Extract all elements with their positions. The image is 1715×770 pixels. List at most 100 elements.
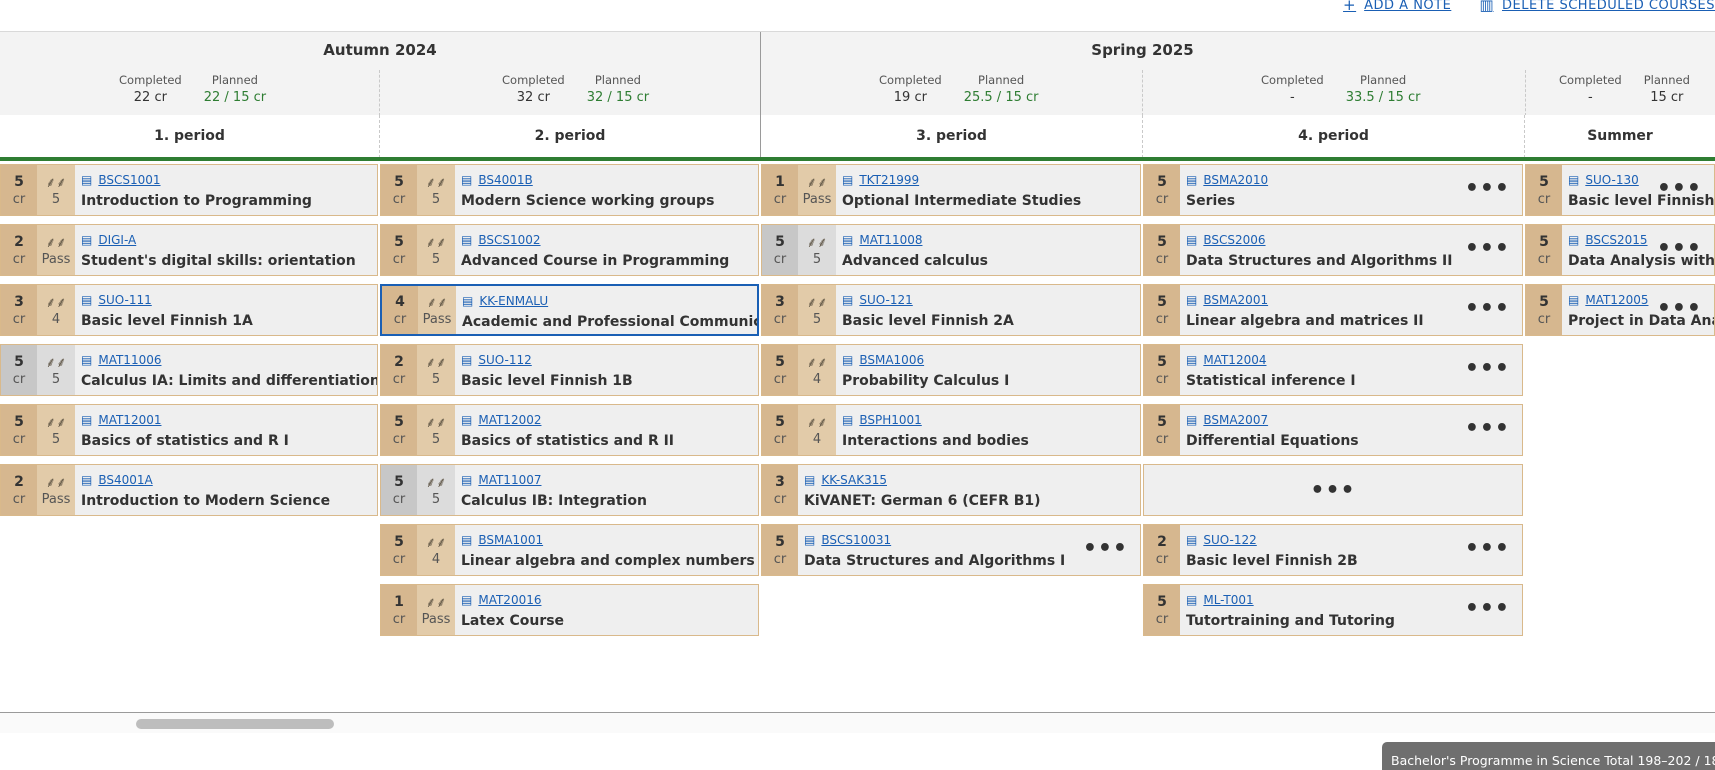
course-code-link[interactable]: BS4001A — [98, 473, 152, 487]
course-card[interactable]: 5 cr ⸙⸙ 5 ▤ MAT11006 Calculus IA: Limits and… — [0, 344, 378, 396]
course-code-link[interactable]: MAT12001 — [98, 413, 161, 427]
more-options-button[interactable]: ••• — [1657, 238, 1702, 260]
more-options-button[interactable]: ••• — [1465, 418, 1510, 440]
course-code-link[interactable]: BSMA1001 — [478, 533, 543, 547]
course-card[interactable]: 3 cr ⸙⸙ 4 ▤ SUO-111 Basic level Finnish 1A — [0, 284, 378, 336]
horizontal-scrollbar[interactable] — [0, 713, 1715, 733]
more-options-placeholder[interactable]: ••• — [1143, 464, 1523, 516]
period-header-1: 1. period — [154, 128, 225, 144]
course-code-link[interactable]: MAT11007 — [478, 473, 541, 487]
credits-value: 5 — [1539, 173, 1549, 190]
add-note-link[interactable]: + ADD A NOTE — [1343, 0, 1451, 14]
more-options-button[interactable]: ••• — [1657, 178, 1702, 200]
document-icon: ▤ — [1186, 413, 1198, 427]
course-card[interactable]: 2 cr ⸙⸙ Pass ▤ BS4001A Introduction to Moder… — [0, 464, 378, 516]
credits-unit: cr — [1537, 311, 1551, 327]
delete-scheduled-courses-link[interactable]: ▥ DELETE SCHEDULED COURSES — [1479, 0, 1715, 14]
course-code-link[interactable]: SUO-130 — [1585, 173, 1638, 187]
course-card[interactable]: 5 cr ▤ SUO-130 Basic level Finnish 3 ••• — [1525, 164, 1715, 216]
course-code-link[interactable]: MAT11008 — [859, 233, 922, 247]
course-card[interactable]: 5cr ▤BSCS2015 Data Analysis with Python … — [1525, 224, 1715, 276]
course-code-link[interactable]: BSCS2015 — [1585, 233, 1647, 247]
course-code-link[interactable]: MAT12005 — [1585, 293, 1648, 307]
more-options-button[interactable]: ••• — [1465, 538, 1510, 560]
course-code-link[interactable]: TKT21999 — [859, 173, 919, 187]
grade-value: 5 — [812, 251, 822, 267]
course-card[interactable]: 2 cr ⸙⸙ 5 ▤ SUO-112 Basic level Finnish 1B — [380, 344, 759, 396]
course-card[interactable]: 5 cr ⸙⸙ 5 ▤ MAT12001 Basics of statistics an… — [0, 404, 378, 456]
credits-box: 5 cr — [1526, 165, 1562, 215]
course-code-link[interactable]: KK-SAK315 — [821, 473, 887, 487]
course-card[interactable]: 5 cr ⸙⸙ 5 ▤ MAT12002 Basics of statistics an… — [380, 404, 759, 456]
credits-box: 5 cr — [1526, 225, 1562, 275]
more-options-button[interactable]: ••• — [1465, 598, 1510, 620]
course-card[interactable]: 2 cr ▤ SUO-122 Basic level Finnish 2B ••• — [1143, 524, 1523, 576]
more-options-button[interactable]: ••• — [1465, 238, 1510, 260]
more-options-button[interactable]: ••• — [1465, 358, 1510, 380]
course-code-link[interactable]: BSCS2006 — [1203, 233, 1265, 247]
course-code-link[interactable]: BSMA2010 — [1203, 173, 1268, 187]
document-icon: ▤ — [1568, 233, 1580, 247]
credits-value: 3 — [14, 293, 24, 310]
course-code-link[interactable]: ML-T001 — [1203, 593, 1253, 607]
course-card[interactable]: 5cr ▤MAT12005 Project in Data Analysis •… — [1525, 284, 1715, 336]
credits-value: 5 — [1539, 293, 1549, 310]
course-code-link[interactable]: MAT12002 — [478, 413, 541, 427]
course-code-link[interactable]: SUO-111 — [98, 293, 151, 307]
course-card[interactable]: 5 cr ⸙⸙ 4 ▤ BSPH1001 Interactions and bodies — [761, 404, 1141, 456]
course-code-link[interactable]: BSPH1001 — [859, 413, 921, 427]
course-card[interactable]: 5 cr ▤ MAT12004 Statistical inference I ••… — [1143, 344, 1523, 396]
course-card[interactable]: 5 cr ▤ BSCS2006 Data Structures and Algori… — [1143, 224, 1523, 276]
laurel-icon: ⸙⸙ — [45, 294, 67, 311]
grade-box: ⸙⸙ 4 — [417, 525, 455, 575]
course-info: ▤ BSMA1006 Probability Calculus I — [836, 345, 1140, 395]
course-card[interactable]: 5 cr ⸙⸙ 4 ▤ BSMA1001 Linear algebra and comp… — [380, 524, 759, 576]
more-options-button[interactable]: ••• — [1465, 178, 1510, 200]
more-options-button[interactable]: ••• — [1465, 298, 1510, 320]
course-code-link[interactable]: KK-ENMALU — [479, 294, 548, 308]
course-code-link[interactable]: BSMA2001 — [1203, 293, 1268, 307]
period-headers: 1. period 2. period 3. period 4. period … — [0, 115, 1715, 160]
course-code-link[interactable]: BS4001B — [478, 173, 532, 187]
course-code-link[interactable]: BSCS1001 — [98, 173, 160, 187]
course-card[interactable]: 5 cr ▤ BSMA2001 Linear algebra and matrice… — [1143, 284, 1523, 336]
course-card[interactable]: 5 cr ⸙⸙ 5 ▤ BSCS1001 Introduction to Program… — [0, 164, 378, 216]
credits-box: 2 cr — [1144, 525, 1180, 575]
course-card[interactable]: 5 cr ⸙⸙ 5 ▤ BSCS1002 Advanced Course in Prog… — [380, 224, 759, 276]
scrollbar-thumb[interactable] — [136, 719, 334, 729]
more-options-button[interactable]: ••• — [1083, 538, 1128, 560]
laurel-icon: ⸙⸙ — [425, 234, 447, 251]
grade-value: 5 — [431, 191, 441, 207]
course-card[interactable]: 5 cr ▤ BSMA2010 Series ••• — [1143, 164, 1523, 216]
course-card[interactable]: 5 cr ⸙⸙ 5 ▤ MAT11007 Calculus IB: Integratio… — [380, 464, 759, 516]
course-card[interactable]: 5 cr ⸙⸙ 4 ▤ BSMA1006 Probability Calculus I — [761, 344, 1141, 396]
course-card[interactable]: 2 cr ⸙⸙ Pass ▤ DIGI-A Student's digital skil… — [0, 224, 378, 276]
credits-value: 5 — [14, 173, 24, 190]
course-card[interactable]: 4 cr ⸙⸙ Pass ▤ KK-ENMALU Academic and Profes… — [380, 284, 759, 336]
course-card[interactable]: 5 cr ▤ BSMA2007 Differential Equations ••• — [1143, 404, 1523, 456]
course-code-link[interactable]: BSMA1006 — [859, 353, 924, 367]
course-card[interactable]: 5 cr ▤ BSCS10031 Data Structures and Algor… — [761, 524, 1141, 576]
course-card[interactable]: 5 cr ▤ ML-T001 Tutortraining and Tutoring … — [1143, 584, 1523, 636]
course-card[interactable]: 5 cr ⸙⸙ 5 ▤ MAT11008 Advanced calculus — [761, 224, 1141, 276]
course-card[interactable]: 1 cr ⸙⸙ Pass ▤ MAT20016 Latex Course — [380, 584, 759, 636]
course-code-link[interactable]: MAT11006 — [98, 353, 161, 367]
course-code-link[interactable]: DIGI-A — [98, 233, 136, 247]
course-code-link[interactable]: MAT12004 — [1203, 353, 1266, 367]
course-card[interactable]: 1 cr ⸙⸙ Pass ▤ TKT21999 Optional Intermediat… — [761, 164, 1141, 216]
grade-box: ⸙⸙ 5 — [417, 225, 455, 275]
course-card[interactable]: 5 cr ⸙⸙ 5 ▤ BS4001B Modern Science working g… — [380, 164, 759, 216]
course-code-link[interactable]: SUO-122 — [1203, 533, 1256, 547]
course-info: ▤ MAT20016 Latex Course — [455, 585, 758, 635]
course-code-link[interactable]: BSMA2007 — [1203, 413, 1268, 427]
course-code-link[interactable]: SUO-121 — [859, 293, 912, 307]
grade-box: ⸙⸙ 5 — [798, 285, 836, 335]
course-code-link[interactable]: BSCS1002 — [478, 233, 540, 247]
more-options-button[interactable]: ••• — [1657, 298, 1702, 320]
course-code-link[interactable]: MAT20016 — [478, 593, 541, 607]
credits-unit: cr — [392, 371, 406, 387]
course-code-link[interactable]: SUO-112 — [478, 353, 531, 367]
course-code-link[interactable]: BSCS10031 — [821, 533, 891, 547]
course-card[interactable]: 3 cr ▤ KK-SAK315 KiVANET: German 6 (CEFR B… — [761, 464, 1141, 516]
course-card[interactable]: 3 cr ⸙⸙ 5 ▤ SUO-121 Basic level Finnish 2A — [761, 284, 1141, 336]
